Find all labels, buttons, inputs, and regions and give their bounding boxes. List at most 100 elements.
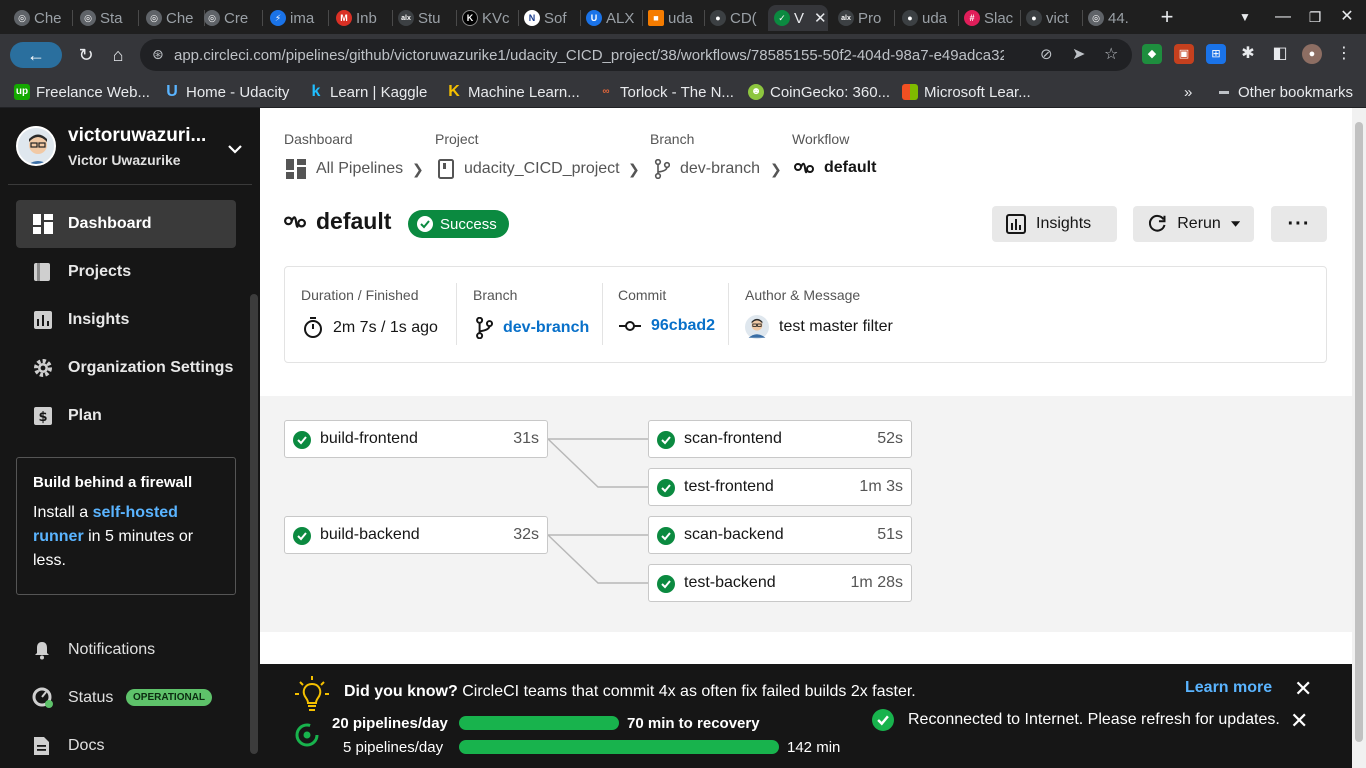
scrollbar-thumb[interactable] bbox=[1355, 122, 1363, 742]
git-branch-icon bbox=[476, 317, 493, 339]
dashboard-icon bbox=[286, 159, 306, 179]
browser-menu-icon[interactable]: ⋮ bbox=[1334, 44, 1354, 64]
job-test-frontend[interactable]: test-frontend 1m 3s bbox=[648, 468, 912, 506]
browser-tab[interactable]: U ALX bbox=[580, 5, 642, 31]
chevron-right-icon: ❯ bbox=[770, 161, 782, 177]
sidebar-item-organization-settings[interactable]: Organization Settings bbox=[16, 344, 236, 392]
browser-tab[interactable]: alx Stu bbox=[392, 5, 454, 31]
browser-tab[interactable]: ● CD( bbox=[704, 5, 766, 31]
more-options-button[interactable]: ··· bbox=[1271, 206, 1327, 242]
chevron-down-icon[interactable] bbox=[228, 142, 242, 157]
tip-text: Did you know? CircleCI teams that commit… bbox=[344, 683, 916, 700]
sidebar-item-dashboard[interactable]: Dashboard bbox=[16, 200, 236, 248]
sidebar-scrollbar[interactable] bbox=[250, 294, 258, 754]
kaggle-icon: k bbox=[311, 83, 321, 100]
new-tab-plus-icon[interactable]: + bbox=[1156, 6, 1178, 28]
breadcrumb-heading-project: Project bbox=[435, 131, 479, 147]
divider bbox=[728, 283, 729, 345]
bookmark-star-icon[interactable]: ☆ bbox=[1104, 44, 1118, 64]
stopwatch-icon bbox=[304, 317, 322, 338]
tab-search-chevron-icon[interactable]: ▼ bbox=[1234, 6, 1256, 28]
windows-extension-icon[interactable]: ⊞ bbox=[1206, 44, 1226, 64]
browser-tab[interactable]: ◎ Che bbox=[8, 5, 70, 31]
author-message-label: Author & Message bbox=[745, 287, 861, 303]
bookmark-kaggle[interactable]: k Learn | Kaggle bbox=[308, 80, 428, 104]
bookmark-coingecko[interactable]: ☻ CoinGecko: 360... bbox=[748, 80, 890, 104]
sidebar-item-insights[interactable]: Insights bbox=[16, 296, 236, 344]
bookmark-freelance[interactable]: up Freelance Web... bbox=[14, 80, 150, 104]
bookmark-microsoft-learn[interactable]: Microsoft Lear... bbox=[902, 80, 1031, 104]
browser-tab[interactable]: ■ uda bbox=[642, 5, 704, 31]
browser-tab[interactable]: M Inb bbox=[330, 5, 392, 31]
browser-tab[interactable]: K KVc bbox=[456, 5, 518, 31]
page-scrollbar[interactable] bbox=[1352, 108, 1366, 768]
dashboard-icon bbox=[33, 214, 53, 234]
account-switcher[interactable]: victoruwazuri... Victor Uwazurike bbox=[16, 125, 246, 172]
breadcrumb-all-pipelines[interactable]: All Pipelines bbox=[286, 159, 403, 179]
learn-more-link[interactable]: Learn more bbox=[1185, 679, 1272, 697]
tip-row-5-pipelines: 5 pipelines/day bbox=[343, 738, 444, 756]
minimize-icon[interactable]: — bbox=[1272, 6, 1294, 28]
recovery-bar-fast bbox=[459, 716, 619, 730]
sidebar-item-status[interactable]: Status OPERATIONAL bbox=[32, 683, 232, 713]
browser-tab[interactable]: ◎ Che bbox=[140, 5, 202, 31]
browser-tab-active[interactable]: ✓ V ✕ bbox=[768, 5, 828, 31]
eye-off-icon[interactable]: ⊘ bbox=[1040, 45, 1053, 63]
browser-tab[interactable]: ⚡ ima bbox=[264, 5, 326, 31]
alx-icon: alx bbox=[838, 10, 854, 26]
home-icon[interactable]: ⌂ bbox=[106, 43, 130, 67]
workflow-graph: build-frontend 31s scan-frontend 52s tes… bbox=[260, 396, 1352, 632]
other-bookmarks[interactable]: ▬ Other bookmarks bbox=[1216, 80, 1353, 104]
send-icon[interactable]: ➤ bbox=[1072, 44, 1085, 64]
close-tip-icon[interactable]: ✕ bbox=[1294, 678, 1312, 700]
browser-tab[interactable]: ◎ Sta bbox=[74, 5, 136, 31]
breadcrumb-project[interactable]: udacity_CICD_project bbox=[438, 159, 620, 179]
browser-tab[interactable]: alx Pro bbox=[832, 5, 894, 31]
profile-avatar-icon[interactable]: ● bbox=[1302, 44, 1322, 64]
sidebar-item-docs[interactable]: Docs bbox=[32, 731, 232, 761]
browser-tab[interactable]: # Slac bbox=[958, 5, 1020, 31]
sidebar-item-notifications[interactable]: Notifications bbox=[32, 635, 232, 665]
bookmark-machine-learning[interactable]: K Machine Learn... bbox=[446, 80, 580, 104]
address-bar[interactable]: ⊛ app.circleci.com/pipelines/github/vict… bbox=[140, 39, 1132, 71]
sidebar-item-plan[interactable]: $ Plan bbox=[16, 392, 236, 440]
browser-tab[interactable]: ◎ 44. bbox=[1082, 5, 1146, 31]
job-scan-backend[interactable]: scan-backend 51s bbox=[648, 516, 912, 554]
bell-icon bbox=[35, 642, 49, 660]
workflow-icon bbox=[284, 215, 306, 228]
close-tab-icon[interactable]: ✕ bbox=[814, 9, 827, 27]
reload-icon[interactable]: ↻ bbox=[74, 43, 98, 67]
job-build-backend[interactable]: build-backend 32s bbox=[284, 516, 548, 554]
close-notice-icon[interactable]: ✕ bbox=[1290, 710, 1308, 732]
sidebar-item-projects[interactable]: Projects bbox=[16, 248, 236, 296]
rerun-button[interactable]: Rerun bbox=[1133, 206, 1254, 242]
browser-tab[interactable]: N Sof bbox=[518, 5, 580, 31]
maximize-icon[interactable]: ❐ bbox=[1304, 6, 1326, 28]
browser-tab[interactable]: ◎ Cre bbox=[198, 5, 260, 31]
briefcase-extension-icon[interactable]: ▣ bbox=[1174, 44, 1194, 64]
breadcrumb-branch[interactable]: dev-branch bbox=[654, 159, 760, 179]
bookmark-udacity[interactable]: U Home - Udacity bbox=[164, 80, 289, 104]
divider bbox=[8, 184, 252, 185]
github-icon: ● bbox=[902, 10, 918, 26]
bookmark-torlock[interactable]: ∞ Torlock - The N... bbox=[598, 80, 734, 104]
job-build-frontend[interactable]: build-frontend 31s bbox=[284, 420, 548, 458]
more-bookmarks-chevron[interactable]: » bbox=[1184, 80, 1192, 104]
recovery-value-fast: 70 min to recovery bbox=[627, 714, 760, 732]
browser-tab[interactable]: ● vict bbox=[1020, 5, 1082, 31]
extensions-puzzle-icon[interactable]: ✱ bbox=[1238, 44, 1258, 64]
close-window-icon[interactable]: ✕ bbox=[1336, 6, 1358, 28]
side-panel-icon[interactable]: ◧ bbox=[1270, 44, 1290, 64]
rerun-icon bbox=[1149, 214, 1166, 232]
branch-link[interactable]: dev-branch bbox=[475, 317, 589, 339]
insights-button[interactable]: Insights bbox=[992, 206, 1117, 242]
shield-extension-icon[interactable]: ◆ bbox=[1142, 44, 1162, 64]
job-scan-frontend[interactable]: scan-frontend 52s bbox=[648, 420, 912, 458]
job-test-backend[interactable]: test-backend 1m 28s bbox=[648, 564, 912, 602]
commit-link[interactable]: 96cbad2 bbox=[619, 317, 715, 335]
slack-icon: # bbox=[964, 10, 980, 26]
browser-tab[interactable]: ● uda bbox=[896, 5, 958, 31]
back-arrow-icon[interactable]: ← bbox=[10, 42, 62, 68]
udacity-icon: U bbox=[166, 83, 178, 100]
site-info-icon[interactable]: ⊛ bbox=[152, 46, 164, 63]
